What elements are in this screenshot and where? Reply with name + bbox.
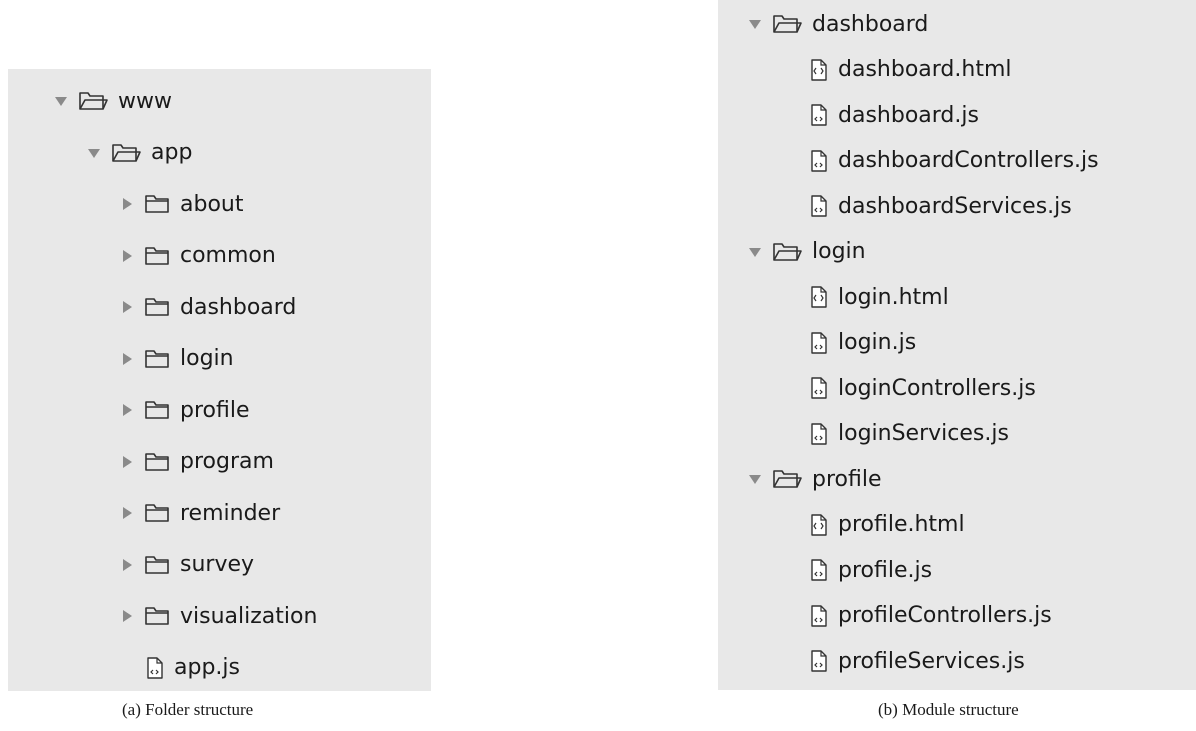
caption-folder-structure: (a) Folder structure (122, 700, 254, 719)
tree-item-label: profile.html (838, 512, 965, 537)
js-file-icon (810, 195, 828, 217)
tree-item-label: dashboard (180, 294, 297, 320)
tree-folder-row[interactable]: reminder (8, 493, 431, 533)
tree-item-label: app (151, 140, 193, 165)
tree-folder-row[interactable]: dashboard (718, 4, 1196, 44)
folder-icon (144, 296, 170, 318)
tree-item-label: profile (812, 466, 882, 492)
disclosure-collapsed-icon[interactable] (118, 195, 136, 213)
tree-item-label: profile (180, 397, 250, 423)
folder-icon (144, 605, 170, 627)
tree-item-label: visualization (180, 603, 318, 629)
tree-item-label: profileServices.js (838, 648, 1025, 674)
disclosure-collapsed-icon[interactable] (118, 401, 136, 419)
tree-folder-row[interactable]: login (718, 232, 1196, 272)
html-file-icon (810, 58, 828, 81)
tree-file-row[interactable]: dashboardControllers.js (718, 141, 1196, 181)
disclosure-expanded-icon[interactable] (746, 470, 764, 488)
tree-folder-row[interactable]: login (8, 339, 431, 379)
tree-item-label: app.js (174, 655, 240, 680)
tree-file-row[interactable]: profileServices.js (718, 641, 1196, 681)
disclosure-collapsed-icon[interactable] (118, 298, 136, 316)
folder-icon (144, 502, 170, 524)
js-file-icon (810, 104, 828, 126)
disclosure-collapsed-icon[interactable] (118, 556, 136, 574)
disclosure-expanded-icon[interactable] (746, 15, 764, 33)
tree-folder-row[interactable]: common (8, 236, 431, 276)
tree-item-label: login.html (838, 284, 949, 310)
tree-file-row[interactable]: app.js (8, 648, 431, 688)
folder-icon (144, 451, 170, 473)
js-file-icon (810, 377, 828, 399)
tree-file-row[interactable]: loginControllers.js (718, 368, 1196, 408)
tree-item-label: survey (180, 552, 255, 577)
tree-item-label: www (118, 88, 172, 114)
tree-item-label: login.js (838, 330, 917, 355)
tree-folder-row[interactable]: dashboard (8, 287, 431, 327)
tree-folder-row[interactable]: about (8, 184, 431, 224)
tree-item-label: dashboard (812, 11, 929, 37)
js-file-icon (810, 149, 828, 172)
tree-item-label: profile.js (838, 557, 933, 583)
folder-icon (144, 348, 170, 370)
tree-folder-row[interactable]: profile (8, 390, 431, 430)
tree-file-row[interactable]: dashboardServices.js (718, 186, 1196, 226)
disclosure-collapsed-icon[interactable] (118, 453, 136, 471)
folder-open-icon (78, 89, 108, 113)
disclosure-collapsed-icon[interactable] (118, 247, 136, 265)
folder-icon (144, 399, 170, 421)
js-file-icon (810, 422, 828, 445)
tree-item-label: dashboard.js (838, 102, 979, 128)
tree-item-label: loginControllers.js (838, 375, 1036, 401)
tree-item-label: about (180, 191, 244, 217)
tree-file-row[interactable]: login.html (718, 277, 1196, 317)
tree-file-row[interactable]: profileControllers.js (718, 596, 1196, 636)
tree-item-label: dashboardServices.js (838, 193, 1072, 219)
js-file-icon (146, 656, 164, 679)
tree-item-label: profileControllers.js (838, 603, 1052, 628)
tree-file-row[interactable]: dashboard.js (718, 95, 1196, 135)
tree-item-label: reminder (180, 500, 281, 526)
tree-file-row[interactable]: profile.js (718, 550, 1196, 590)
tree-folder-row[interactable]: profile (718, 459, 1196, 499)
tree-item-label: loginServices.js (838, 421, 1009, 446)
tree-file-row[interactable]: login.js (718, 323, 1196, 363)
folder-icon (144, 554, 170, 576)
disclosure-expanded-icon[interactable] (52, 92, 70, 110)
tree-file-row[interactable]: loginServices.js (718, 414, 1196, 454)
tree-file-row[interactable]: dashboard.html (718, 50, 1196, 90)
tree-item-label: program (180, 449, 274, 474)
disclosure-collapsed-icon[interactable] (118, 504, 136, 522)
folder-open-icon (772, 240, 802, 264)
folder-open-icon (772, 467, 802, 491)
tree-item-label: login (812, 239, 866, 264)
tree-item-label: login (180, 346, 234, 371)
folder-structure-panel: www app about common dashboard login pro… (8, 69, 431, 691)
tree-item-label: common (180, 243, 276, 268)
js-file-icon (810, 604, 828, 627)
module-structure-panel: dashboard dashboard.html dashboard.js da… (718, 0, 1196, 690)
tree-item-label: dashboard.html (838, 57, 1012, 82)
tree-file-row[interactable]: profile.html (718, 505, 1196, 545)
tree-folder-row[interactable]: www (8, 81, 431, 121)
folder-icon (144, 193, 170, 215)
folder-open-icon (111, 141, 141, 165)
disclosure-collapsed-icon[interactable] (118, 607, 136, 625)
disclosure-expanded-icon[interactable] (746, 243, 764, 261)
disclosure-expanded-icon[interactable] (85, 144, 103, 162)
disclosure-collapsed-icon[interactable] (118, 350, 136, 368)
folder-icon (144, 245, 170, 267)
tree-folder-row[interactable]: visualization (8, 596, 431, 636)
tree-folder-row[interactable]: survey (8, 545, 431, 585)
js-file-icon (810, 559, 828, 581)
tree-item-label: dashboardControllers.js (838, 148, 1099, 173)
tree-folder-row[interactable]: app (8, 133, 431, 173)
caption-module-structure: (b) Module structure (878, 700, 1019, 719)
js-file-icon (810, 650, 828, 672)
html-file-icon (810, 513, 828, 536)
tree-folder-row[interactable]: program (8, 442, 431, 482)
folder-open-icon (772, 12, 802, 36)
html-file-icon (810, 286, 828, 308)
js-file-icon (810, 331, 828, 354)
